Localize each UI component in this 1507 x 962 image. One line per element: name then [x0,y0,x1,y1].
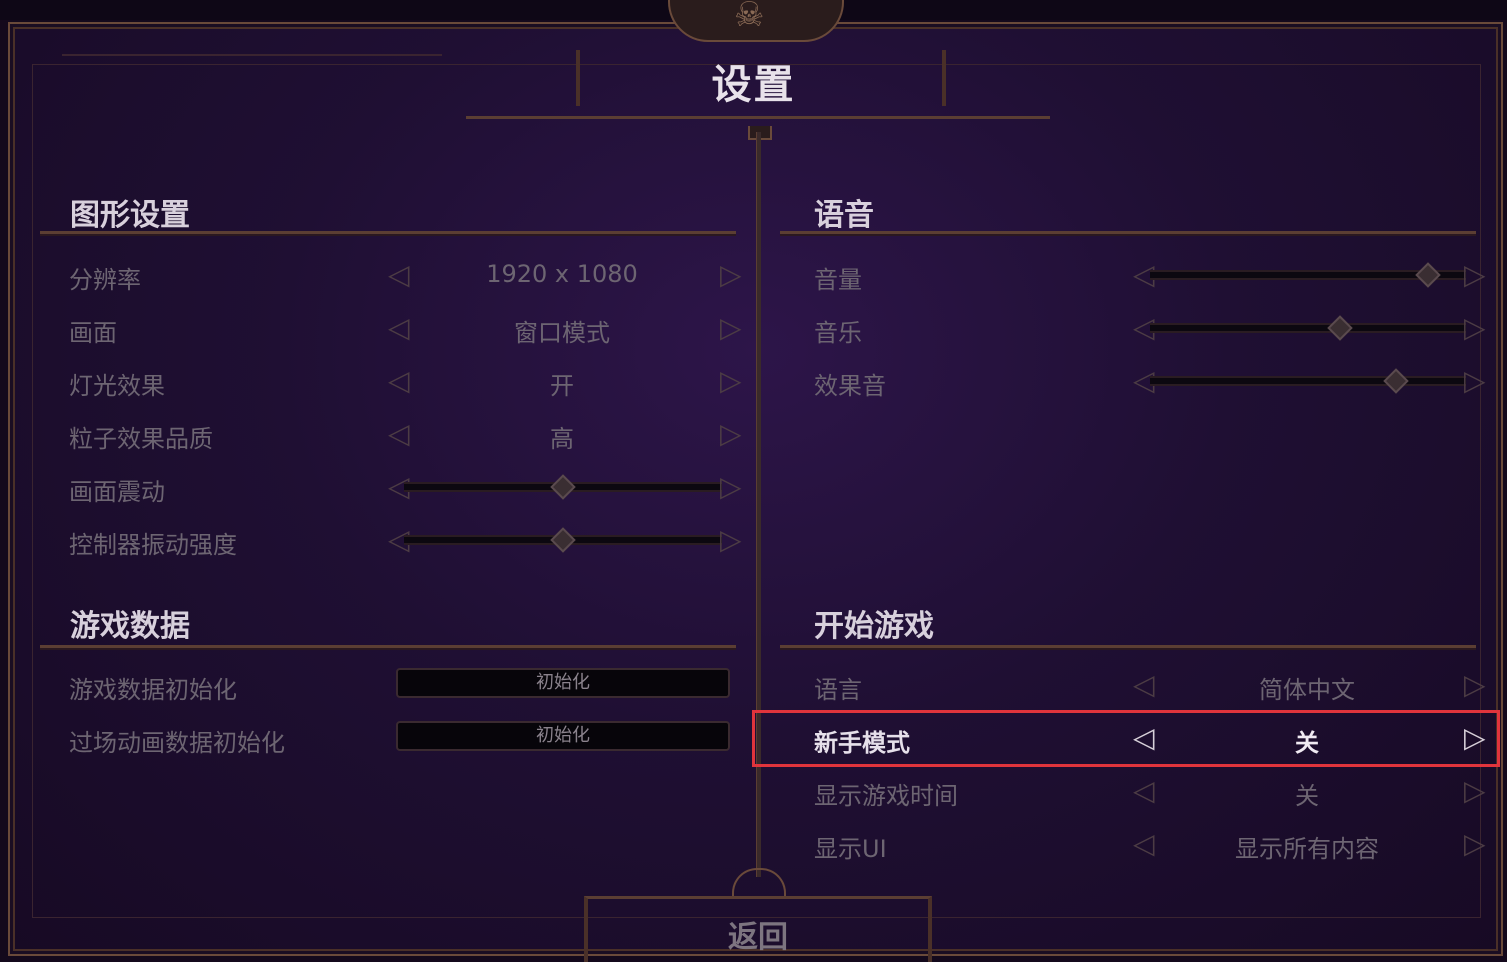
value-lighting: 开 [550,372,574,400]
left-arrow-icon[interactable]: ◁ [1133,827,1155,861]
skull-ornament: ☠ [668,0,844,42]
value-show-ui: 显示所有内容 [1235,835,1379,863]
row-label-language: 语言 [814,676,862,704]
section-title-start-game: 开始游戏 [814,609,934,644]
row-label-sfx: 效果音 [814,372,886,400]
right-arrow-icon[interactable]: ▷ [1464,827,1486,861]
section-title-audio: 语音 [814,198,874,233]
section-title-game-data: 游戏数据 [70,609,190,644]
row-label-show-play-time: 显示游戏时间 [814,782,958,810]
value-particles: 高 [550,425,574,453]
left-arrow-icon[interactable]: ◁ [1133,258,1155,292]
reset-cutscene-button[interactable]: 初始化 [396,721,730,751]
controller-vibration-slider[interactable] [404,527,722,553]
left-arrow-icon[interactable]: ◁ [1133,721,1155,755]
section-rule-game-data [40,645,736,648]
value-resolution: 1920 x 1080 [486,260,638,288]
right-arrow-icon[interactable]: ▷ [720,523,742,557]
row-label-volume: 音量 [814,266,862,294]
row-label-particles: 粒子效果品质 [69,425,213,453]
back-button[interactable]: 返回 [700,912,816,956]
row-label-beginner-mode: 新手模式 [814,729,910,757]
row-label-display: 画面 [69,319,117,347]
right-arrow-icon[interactable]: ▷ [1464,258,1486,292]
row-label-lighting: 灯光效果 [69,372,165,400]
right-arrow-icon[interactable]: ▷ [720,364,742,398]
skull-ornament-icon: ☠ [734,0,765,35]
screen-shake-slider[interactable] [404,474,722,500]
value-display: 窗口模式 [514,319,610,347]
right-arrow-icon[interactable]: ▷ [1464,311,1486,345]
left-arrow-icon[interactable]: ◁ [1133,364,1155,398]
value-beginner-mode: 关 [1295,729,1319,757]
section-rule-start-game [780,645,1476,648]
left-arrow-icon[interactable]: ◁ [1133,311,1155,345]
section-rule-audio [780,231,1476,234]
value-language: 简体中文 [1259,676,1355,704]
left-arrow-icon[interactable]: ◁ [1133,774,1155,808]
right-arrow-icon[interactable]: ▷ [1464,668,1486,702]
row-label-screen-shake: 画面震动 [69,478,165,506]
row-label-controller-vibration: 控制器振动强度 [69,531,237,559]
sfx-slider[interactable] [1150,368,1466,394]
right-arrow-icon[interactable]: ▷ [1464,774,1486,808]
right-arrow-icon[interactable]: ▷ [720,311,742,345]
left-arrow-icon[interactable]: ◁ [1133,668,1155,702]
music-slider[interactable] [1150,315,1466,341]
right-arrow-icon[interactable]: ▷ [720,470,742,504]
row-label-music: 音乐 [814,319,862,347]
right-arrow-icon[interactable]: ▷ [720,417,742,451]
section-rule-graphics [40,231,736,234]
row-label-show-ui: 显示UI [814,835,887,863]
left-arrow-icon[interactable]: ◁ [388,311,410,345]
volume-slider[interactable] [1150,262,1466,288]
right-arrow-icon[interactable]: ▷ [720,258,742,292]
row-label-reset-cutscene: 过场动画数据初始化 [69,729,285,757]
page-title: 设置 [711,62,796,108]
right-arrow-icon[interactable]: ▷ [1464,364,1486,398]
left-arrow-icon[interactable]: ◁ [388,258,410,292]
reset-data-button[interactable]: 初始化 [396,668,730,698]
right-arrow-icon[interactable]: ▷ [1464,721,1486,755]
row-label-resolution: 分辨率 [69,266,141,294]
row-label-reset-data: 游戏数据初始化 [69,676,237,704]
value-show-play-time: 关 [1295,782,1319,810]
left-arrow-icon[interactable]: ◁ [388,364,410,398]
left-arrow-icon[interactable]: ◁ [388,417,410,451]
section-title-graphics: 图形设置 [70,198,190,233]
